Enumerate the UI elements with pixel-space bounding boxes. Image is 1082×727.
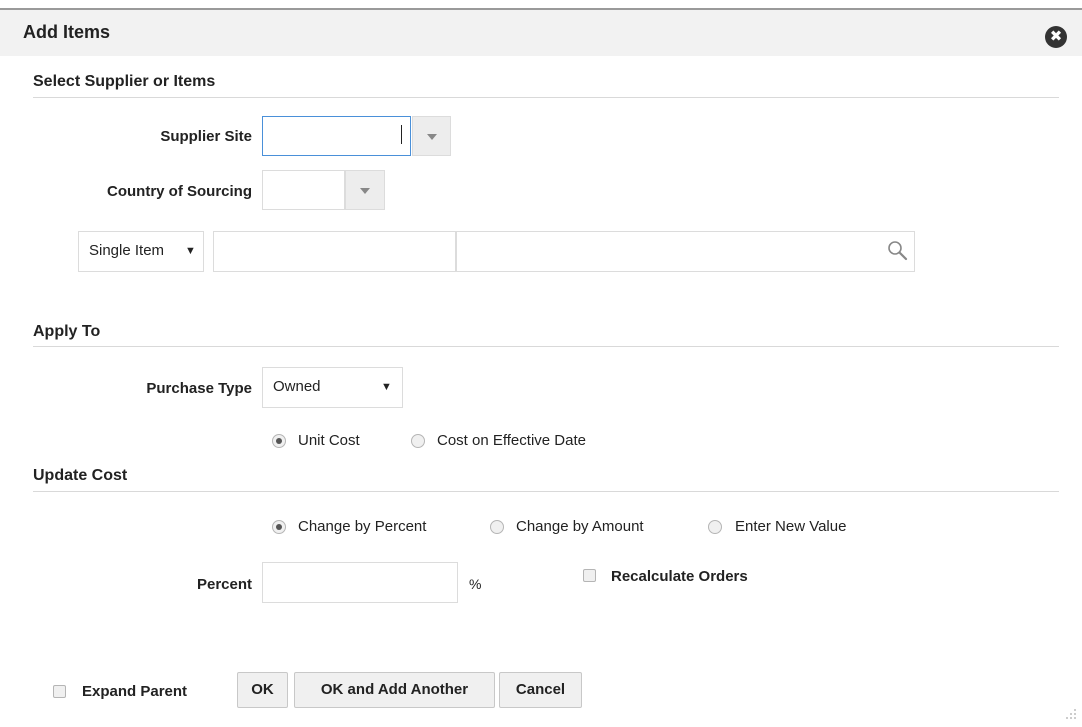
section-divider	[33, 97, 1059, 98]
chevron-down-icon: ▼	[185, 245, 196, 257]
item-id-input[interactable]	[213, 231, 456, 272]
radio-unit-cost-label: Unit Cost	[298, 432, 360, 449]
section-divider	[33, 346, 1059, 347]
radio-unit-cost[interactable]	[272, 434, 286, 448]
close-icon[interactable]: ✖	[1045, 26, 1067, 48]
supplier-site-dropdown-button[interactable]	[412, 116, 451, 156]
chevron-down-icon	[426, 134, 437, 140]
item-type-select[interactable]: Single Item ▼	[78, 231, 204, 272]
recalculate-orders-label: Recalculate Orders	[611, 568, 748, 585]
chevron-down-icon: ▼	[381, 381, 392, 393]
radio-change-by-percent-label: Change by Percent	[298, 518, 427, 535]
country-of-sourcing-input[interactable]	[262, 170, 345, 210]
ok-and-add-another-button[interactable]: OK and Add Another	[294, 672, 495, 708]
add-items-dialog: Add Items ✖ Select Supplier or Items Sup…	[0, 0, 1082, 727]
supplier-site-input[interactable]	[262, 116, 411, 156]
purchase-type-label: Purchase Type	[146, 380, 252, 397]
expand-parent-checkbox[interactable]	[53, 685, 66, 698]
cancel-button[interactable]: Cancel	[499, 672, 582, 708]
ok-button[interactable]: OK	[237, 672, 288, 708]
purchase-type-select[interactable]: Owned ▼	[262, 367, 403, 408]
section-title-update-cost: Update Cost	[33, 467, 128, 484]
item-description-input[interactable]	[456, 231, 915, 272]
country-of-sourcing-label: Country of Sourcing	[107, 183, 252, 200]
radio-enter-new-value[interactable]	[708, 520, 722, 534]
expand-parent-label: Expand Parent	[82, 683, 188, 700]
percent-label: Percent	[196, 576, 252, 593]
chevron-down-icon	[360, 188, 370, 194]
item-type-selected: Single Item	[89, 242, 165, 259]
radio-cost-on-effective-date-label: Cost on Effective Date	[437, 432, 586, 449]
percent-unit: %	[469, 576, 482, 592]
radio-change-by-amount-label: Change by Amount	[516, 518, 644, 535]
text-cursor	[401, 125, 402, 144]
resize-grip-icon[interactable]	[1064, 707, 1078, 721]
recalculate-orders-checkbox[interactable]	[583, 569, 596, 582]
radio-change-by-percent[interactable]	[272, 520, 286, 534]
radio-cost-on-effective-date[interactable]	[411, 434, 425, 448]
country-of-sourcing-dropdown-button[interactable]	[345, 170, 385, 210]
radio-change-by-amount[interactable]	[490, 520, 504, 534]
search-icon[interactable]	[887, 240, 909, 262]
section-title-apply-to: Apply To	[33, 323, 101, 340]
purchase-type-selected: Owned	[273, 378, 321, 395]
dialog-title: Add Items	[23, 22, 111, 42]
section-title-select: Select Supplier or Items	[33, 73, 216, 90]
section-divider	[33, 491, 1059, 492]
radio-enter-new-value-label: Enter New Value	[735, 518, 847, 535]
percent-input[interactable]	[262, 562, 458, 603]
dialog-title-bar: Add Items	[0, 8, 1082, 56]
supplier-site-label: Supplier Site	[160, 128, 252, 145]
